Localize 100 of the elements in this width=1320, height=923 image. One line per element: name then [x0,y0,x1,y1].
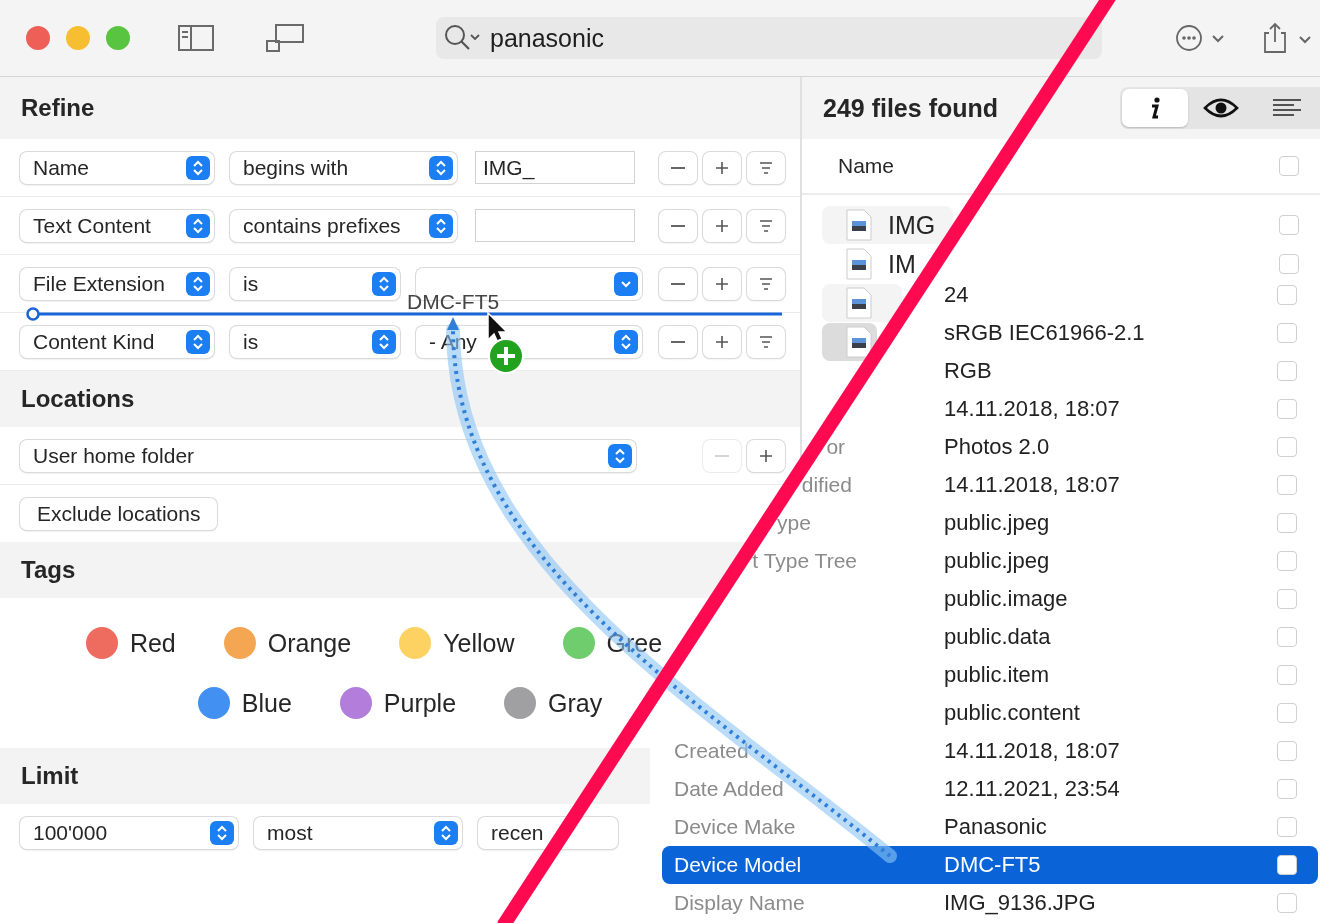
tag-label[interactable]: Gree [606,628,663,658]
attribute-row[interactable]: RGB [919,352,1318,390]
attribute-popup[interactable]: Name [20,151,214,184]
value-field[interactable]: IMG_ [475,151,635,184]
location-popup[interactable]: User home folder [20,439,636,472]
windows-icon[interactable] [266,24,304,52]
search-field[interactable]: panasonic [436,17,1102,59]
attribute-row[interactable]: 24 [930,276,1318,314]
attribute-row[interactable]: Date Added 12.11.2021, 23:54 [662,770,1318,808]
attribute-row[interactable]: ype public.jpeg [777,504,1318,542]
value-field[interactable] [475,209,635,242]
tag-dot[interactable] [562,627,595,659]
tag-label[interactable]: Red [129,628,176,658]
stepper-icon [429,213,453,238]
tag-dot[interactable] [504,687,537,719]
checkbox[interactable] [1279,254,1299,274]
remove-button[interactable] [659,209,697,242]
lines-icon [759,334,773,349]
operator-popup[interactable]: is [230,325,400,358]
checkbox[interactable] [1277,361,1297,381]
tag-label[interactable]: Orange [267,628,352,658]
add-button[interactable] [703,151,741,184]
share-icon[interactable] [1262,22,1312,54]
file-row[interactable]: IMG [822,206,953,244]
dropdown-icon [614,271,638,296]
sidebar-icon[interactable] [178,25,214,51]
operator-popup[interactable]: is [230,267,400,300]
attribute-row[interactable]: Device Make Panasonic [662,808,1318,846]
attribute-row[interactable]: public.image [771,580,1318,618]
exclude-locations-button[interactable]: Exclude locations [20,497,218,530]
tag-dot[interactable] [197,687,230,719]
tag-label[interactable]: Blue [241,688,292,718]
checkbox[interactable] [1277,627,1297,647]
attribute-row[interactable]: Display Name IMG_9136.JPG [662,884,1318,922]
attribute-row[interactable]: dified 14.11.2018, 18:07 [801,466,1318,504]
attribute-row[interactable]: public.data [746,618,1318,656]
checkbox[interactable] [1277,399,1297,419]
close-window-button[interactable] [26,26,50,50]
zoom-window-button[interactable] [106,26,130,50]
tag-label[interactable]: Gray [548,688,603,718]
attribute-row[interactable]: or Photos 2.0 [826,428,1318,466]
options-button[interactable] [747,325,785,358]
file-row[interactable] [822,323,877,361]
checkbox[interactable] [1277,817,1297,837]
tag-dot[interactable] [223,627,256,659]
attribute-popup[interactable]: Content Kind [20,325,214,358]
checkbox[interactable] [1279,215,1299,235]
add-button[interactable] [703,267,741,300]
more-icon[interactable] [1176,24,1224,52]
info-view-tab[interactable] [1122,89,1188,127]
add-button[interactable] [703,325,741,358]
attribute-row[interactable]: Created 14.11.2018, 18:07 [662,732,1318,770]
add-button[interactable] [747,439,785,472]
tag-dot[interactable] [85,627,118,659]
plus-icon [759,448,773,463]
order-popup[interactable]: most [254,816,462,849]
tag-label[interactable]: Purple [383,688,457,718]
options-button[interactable] [747,151,785,184]
attribute-popup[interactable]: File Extension [20,267,214,300]
file-row[interactable] [822,284,902,322]
operator-popup[interactable]: begins with [230,151,457,184]
file-row[interactable]: IM [822,245,927,283]
attribute-row[interactable]: t Type Tree public.jpeg [752,542,1318,580]
count-popup[interactable]: 100'000 [20,816,238,849]
remove-button[interactable] [659,325,697,358]
checkbox[interactable] [1277,741,1297,761]
options-button[interactable] [747,209,785,242]
remove-button[interactable] [659,267,697,300]
options-button[interactable] [747,267,785,300]
checkbox[interactable] [1277,323,1297,343]
attribute-row[interactable]: sRGB IEC61966-2.1 [930,314,1318,352]
checkbox[interactable] [1277,285,1297,305]
checkbox[interactable] [1277,779,1297,799]
checkbox[interactable] [1277,665,1297,685]
attribute-row[interactable]: public.item [722,656,1318,694]
attribute-row[interactable]: Device Model DMC-FT5 [662,846,1318,884]
checkbox[interactable] [1279,156,1299,176]
search-icon[interactable] [444,24,482,52]
checkbox[interactable] [1277,703,1297,723]
column-header[interactable]: Name [838,154,895,178]
remove-button[interactable] [659,151,697,184]
checkbox[interactable] [1277,893,1297,913]
attribute-row[interactable]: 14.11.2018, 18:07 [895,390,1318,428]
checkbox[interactable] [1277,513,1297,533]
checkbox[interactable] [1277,551,1297,571]
attribute-popup[interactable]: Text Content [20,209,214,242]
operator-popup[interactable]: contains prefixes [230,209,457,242]
checkbox[interactable] [1277,475,1297,495]
attribute-name: Created [674,739,749,762]
checkbox[interactable] [1277,437,1297,457]
tag-label[interactable]: Yellow [443,628,515,658]
add-button[interactable] [703,209,741,242]
tag-dot[interactable] [339,687,372,719]
stepper-icon [186,155,210,180]
attribute-row[interactable]: public.content [697,694,1318,732]
checkbox[interactable] [1277,589,1297,609]
stepper-icon [210,820,234,845]
checkbox[interactable] [1277,855,1297,875]
tag-dot[interactable] [399,627,432,659]
minimize-window-button[interactable] [66,26,90,50]
